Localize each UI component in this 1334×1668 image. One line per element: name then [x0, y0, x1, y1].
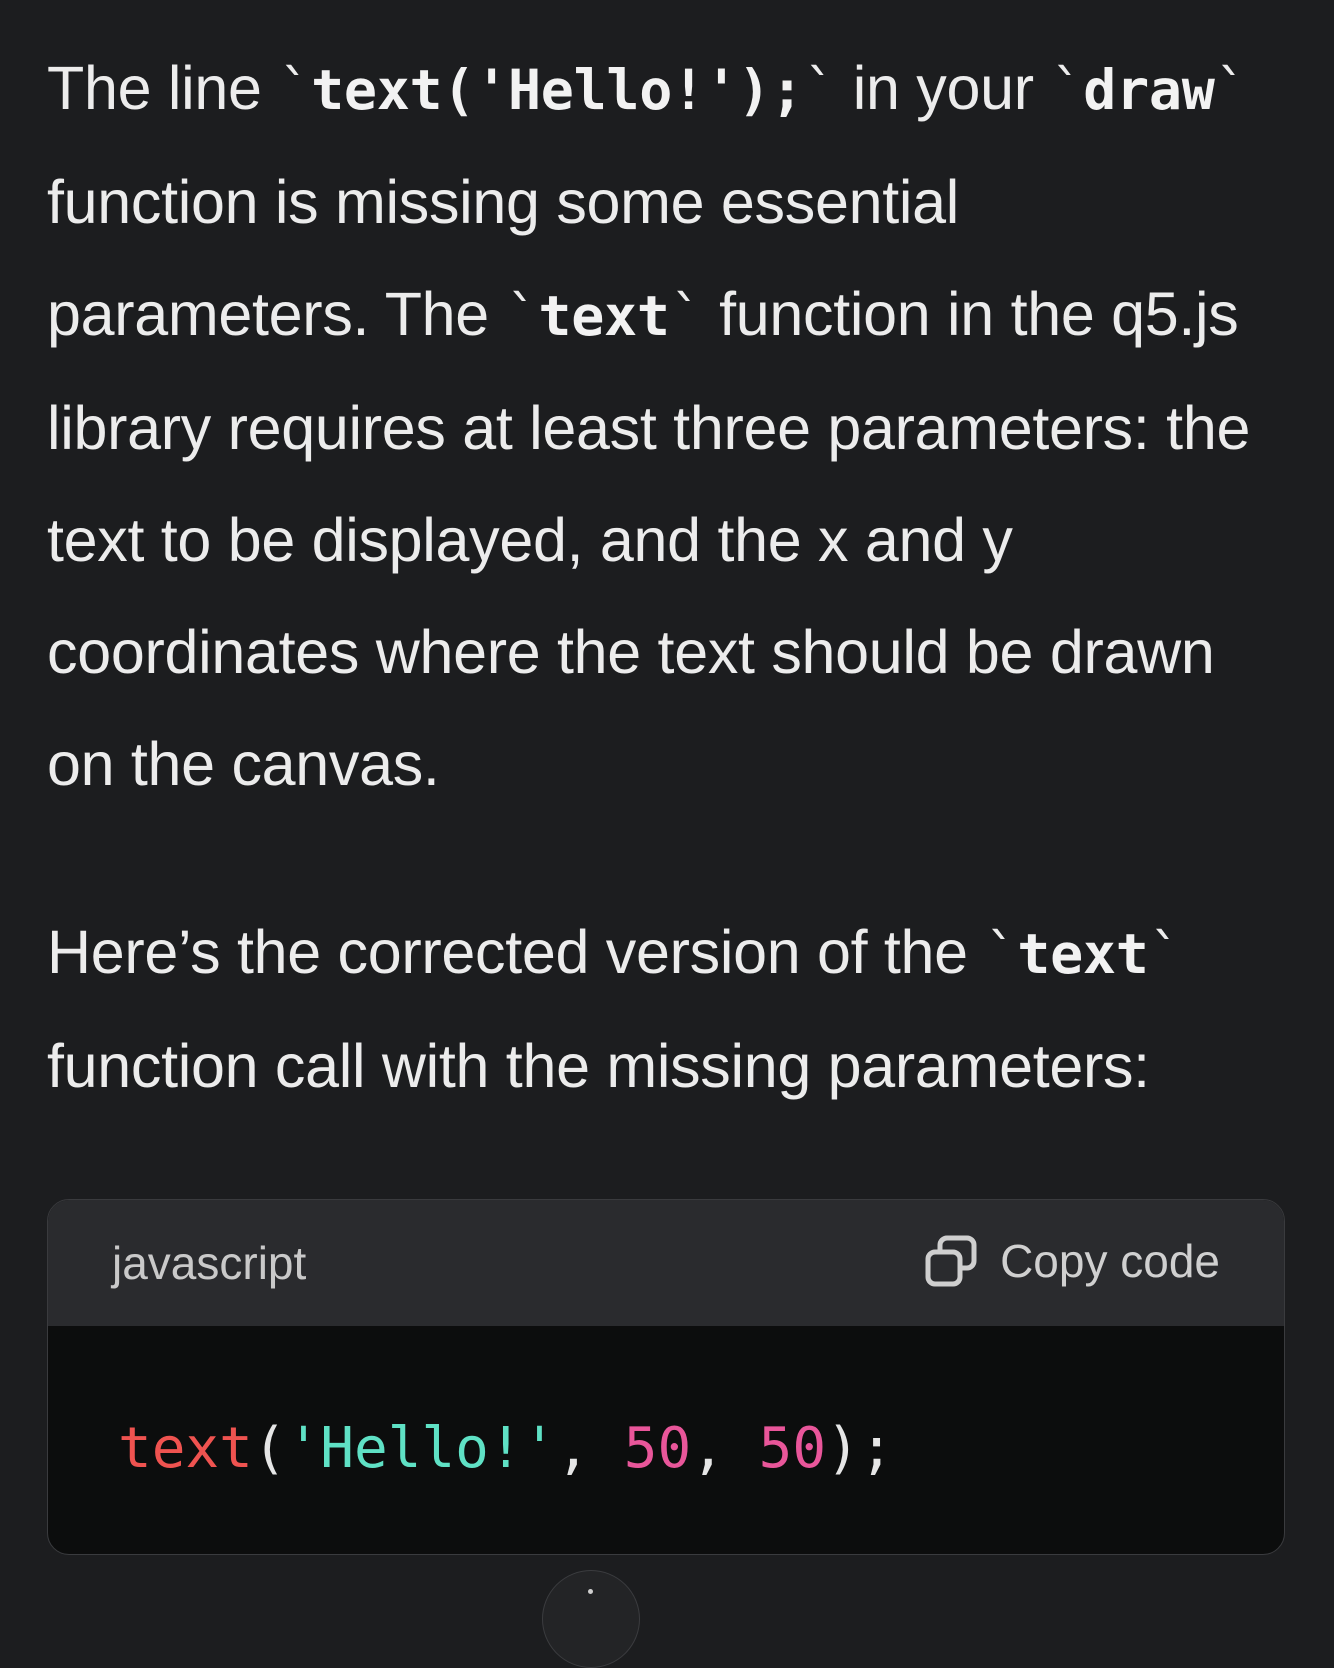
code-token-punctuation: ( [252, 1416, 287, 1481]
inline-code: text [1017, 922, 1149, 986]
text-segment: function in the q5.js library requires a… [47, 280, 1251, 798]
text-segment: function call with the missing parameter… [47, 1032, 1150, 1100]
backtick: ` [1050, 58, 1084, 122]
code-token-punctuation: , [556, 1416, 624, 1481]
copy-icon [924, 1234, 978, 1288]
inline-code: draw [1083, 58, 1215, 122]
backtick: ` [803, 58, 837, 122]
assistant-message: The line `text('Hello!');` in your `draw… [47, 32, 1292, 1122]
code-language-label: javascript [112, 1237, 307, 1289]
copy-code-label: Copy code [1000, 1235, 1220, 1287]
backtick: ` [1214, 58, 1248, 122]
code-block-header: javascript Copy code [48, 1200, 1284, 1326]
inline-code: text [538, 284, 670, 348]
backtick: ` [984, 922, 1018, 986]
text-segment: in your [836, 54, 1051, 122]
code-token-number: 50 [758, 1416, 827, 1481]
code-token-punctuation: ); [826, 1416, 894, 1481]
text-segment: Here’s the corrected version of the [47, 918, 985, 986]
code-token-number: 50 [623, 1416, 692, 1481]
text-segment: The line [47, 54, 279, 122]
backtick: ` [669, 284, 703, 348]
inline-code: text('Hello!'); [311, 58, 804, 122]
code-token-punctuation: , [691, 1416, 759, 1481]
copy-code-button[interactable]: Copy code [924, 1234, 1220, 1288]
message-paragraph-2: Here’s the corrected version of the `tex… [47, 896, 1292, 1122]
scroll-to-bottom-button[interactable] [542, 1570, 640, 1668]
backtick: ` [278, 58, 312, 122]
code-token-string: 'Hello!' [286, 1416, 557, 1481]
code-token-function: text [118, 1416, 253, 1481]
backtick: ` [1148, 922, 1182, 986]
message-paragraph-1: The line `text('Hello!');` in your `draw… [47, 32, 1292, 820]
backtick: ` [505, 284, 539, 348]
code-content: text('Hello!', 50, 50); [118, 1416, 893, 1481]
code-block: javascript Copy code text('Hello!', 50, … [47, 1199, 1285, 1555]
